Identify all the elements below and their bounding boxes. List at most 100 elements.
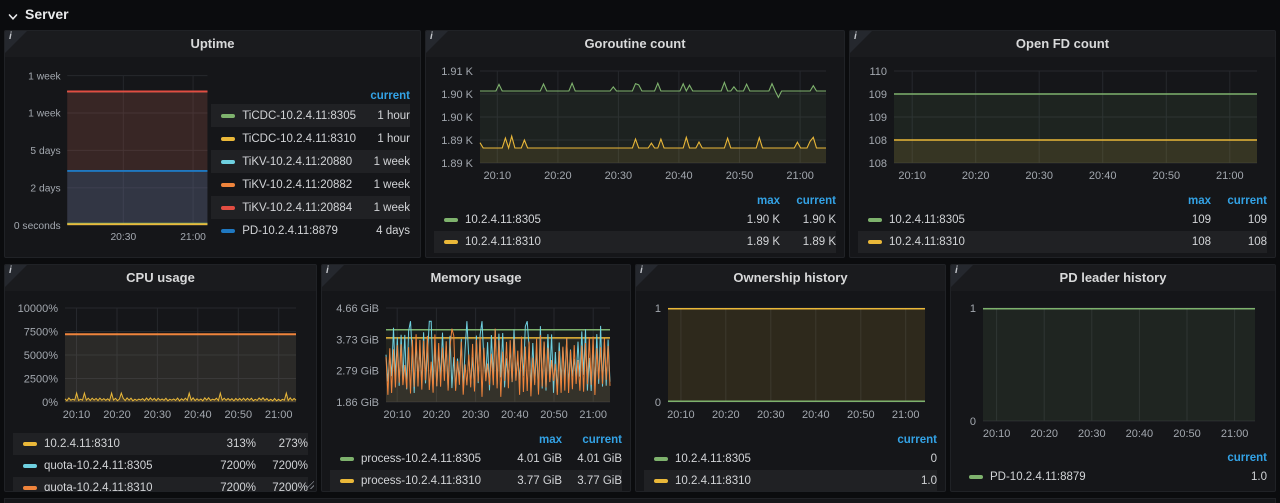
y-tick-label: 108 xyxy=(869,158,887,170)
legend-column-header-max[interactable]: max xyxy=(1155,195,1211,207)
pd-leader-chart[interactable]: 1020:1020:2020:3020:4020:5021:00 xyxy=(959,295,1267,443)
series-name[interactable]: 10.2.4.11:8305 xyxy=(675,453,881,465)
panel-info-icon[interactable]: i xyxy=(850,31,872,53)
series-name[interactable]: 10.2.4.11:8310 xyxy=(465,236,724,248)
open-fd-chart[interactable]: 11010910910810820:1020:2020:3020:4020:50… xyxy=(858,61,1267,186)
panel-ownership-history: i Ownership history 1020:1020:2020:3020:… xyxy=(635,264,946,492)
series-name[interactable]: TiCDC-10.2.4.11:8310 xyxy=(242,133,356,145)
series-value: 109 xyxy=(1155,214,1211,226)
series-name[interactable]: TiCDC-10.2.4.11:8305 xyxy=(242,110,356,122)
y-tick-label: 1.90 K xyxy=(441,112,473,124)
x-tick-label: 21:00 xyxy=(892,409,920,421)
goroutine-legend: maxcurrent10.2.4.11:83051.90 K1.90 K10.2… xyxy=(434,192,836,253)
series-name[interactable]: 10.2.4.11:8305 xyxy=(465,214,724,226)
legend-column-header-current[interactable]: current xyxy=(1211,195,1267,207)
legend-row: TiCDC-10.2.4.11:83101 hour xyxy=(211,127,410,150)
panel-title[interactable]: Uptime xyxy=(5,31,420,57)
cpu-legend: 10.2.4.11:8310313%273%quota-10.2.4.11:83… xyxy=(13,433,308,492)
series-color-dash xyxy=(221,229,235,233)
panel-cpu-usage: i CPU usage 10000%7500%5000%2500%0%20:10… xyxy=(4,264,317,492)
y-tick-label: 2 days xyxy=(30,184,60,195)
memory-chart[interactable]: 4.66 GiB3.73 GiB2.79 GiB1.86 GiB20:1020:… xyxy=(330,295,622,425)
panel-title[interactable]: Goroutine count xyxy=(426,31,844,57)
series-name[interactable]: process-10.2.4.11:8310 xyxy=(361,475,502,487)
x-tick-label: 20:20 xyxy=(712,409,740,421)
legend-row: 10.2.4.11:8310108108 xyxy=(858,231,1267,253)
x-tick-label: 20:10 xyxy=(667,409,695,421)
y-tick-label: 4.66 GiB xyxy=(336,303,379,315)
legend-column-header-current[interactable]: current xyxy=(1211,452,1267,464)
y-tick-label: 108 xyxy=(869,135,887,147)
ownership-chart[interactable]: 1020:1020:2020:3020:4020:5021:00 xyxy=(644,295,937,425)
y-tick-label: 0% xyxy=(42,397,58,409)
legend-row: 10.2.4.11:83101.0 xyxy=(644,470,937,492)
panel-info-icon[interactable]: i xyxy=(5,265,27,287)
panel-open-fd-count: i Open FD count 11010910910810820:1020:2… xyxy=(849,30,1276,258)
panel-title[interactable]: PD leader history xyxy=(951,265,1275,291)
x-tick-label: 20:50 xyxy=(847,409,875,421)
y-tick-label: 3.73 GiB xyxy=(336,334,379,346)
x-tick-label: 20:30 xyxy=(605,170,633,182)
panel-info-icon[interactable]: i xyxy=(5,31,27,53)
panel-info-icon[interactable]: i xyxy=(951,265,973,287)
y-tick-label: 1 week xyxy=(28,109,61,120)
legend-column-header-max[interactable]: max xyxy=(724,195,780,207)
x-tick-label: 20:10 xyxy=(484,170,512,182)
legend-row: quota-10.2.4.11:83107200%7200% xyxy=(13,477,308,492)
series-value: 273% xyxy=(256,438,308,450)
legend-column-header-current[interactable]: current xyxy=(562,434,622,446)
series-name[interactable]: quota-10.2.4.11:8305 xyxy=(44,460,204,472)
legend-column-header-current[interactable]: current xyxy=(881,434,937,446)
series-value: 1.90 K xyxy=(724,214,780,226)
series-name[interactable]: PD-10.2.4.11:8879 xyxy=(990,471,1211,483)
series-fill xyxy=(894,140,1257,163)
y-tick-label: 5000% xyxy=(24,350,58,362)
dashboard-row-server[interactable]: Server xyxy=(8,3,69,25)
series-value: 1.89 K xyxy=(780,236,836,248)
series-name[interactable]: 10.2.4.11:8310 xyxy=(44,438,204,450)
row-title: Server xyxy=(25,6,69,22)
uptime-legend: currentTiCDC-10.2.4.11:83051 hourTiCDC-1… xyxy=(211,57,420,242)
panel-title[interactable]: Ownership history xyxy=(636,265,945,291)
panel-title[interactable]: CPU usage xyxy=(5,265,316,291)
series-name[interactable]: 10.2.4.11:8310 xyxy=(889,236,1155,248)
x-tick-label: 20:50 xyxy=(225,409,253,421)
x-tick-label: 20:20 xyxy=(1030,428,1058,440)
y-tick-label: 10000% xyxy=(18,303,59,315)
panel-info-icon[interactable]: i xyxy=(322,265,344,287)
series-value: 7200% xyxy=(256,460,308,472)
series-name[interactable]: PD-10.2.4.11:8879 xyxy=(242,225,356,237)
series-name[interactable]: quota-10.2.4.11:8310 xyxy=(44,482,204,492)
panel-info-icon[interactable]: i xyxy=(636,265,658,287)
series-color-dash xyxy=(23,464,37,468)
x-tick-label: 20:40 xyxy=(184,409,212,421)
y-tick-label: 1.89 K xyxy=(441,135,473,147)
y-tick-label: 1 xyxy=(970,303,976,315)
y-tick-label: 1.89 K xyxy=(441,158,473,170)
goroutine-chart[interactable]: 1.91 K1.90 K1.90 K1.89 K1.89 K20:1020:20… xyxy=(434,61,836,186)
y-tick-label: 2.79 GiB xyxy=(336,366,379,378)
series-name[interactable]: TiKV-10.2.4.11:20884 xyxy=(242,202,356,214)
x-tick-label: 20:30 xyxy=(110,232,136,243)
panel-title[interactable]: Open FD count xyxy=(850,31,1275,57)
panel-info-icon[interactable]: i xyxy=(426,31,448,53)
legend-column-header-current[interactable]: current xyxy=(780,195,836,207)
y-tick-label: 0 seconds xyxy=(14,221,61,232)
legend-row: PD-10.2.4.11:88791.0 xyxy=(959,466,1267,488)
legend-row: 10.2.4.11:83051.90 K1.90 K xyxy=(434,209,836,231)
panel-title[interactable]: Memory usage xyxy=(322,265,630,291)
cpu-chart[interactable]: 10000%7500%5000%2500%0%20:1020:2020:3020… xyxy=(13,295,308,425)
series-name[interactable]: 10.2.4.11:8310 xyxy=(675,475,881,487)
series-name[interactable]: TiKV-10.2.4.11:20882 xyxy=(242,179,356,191)
series-name[interactable]: 10.2.4.11:8305 xyxy=(889,214,1155,226)
legend-column-header-max[interactable]: max xyxy=(502,434,562,446)
series-name[interactable]: TiKV-10.2.4.11:20880 xyxy=(242,156,356,168)
x-tick-label: 20:40 xyxy=(1126,428,1154,440)
series-value: 4 days xyxy=(356,225,410,237)
row-collapse-chevron-icon xyxy=(8,9,18,19)
series-value: 0 xyxy=(881,453,937,465)
series-name[interactable]: process-10.2.4.11:8305 xyxy=(361,453,502,465)
uptime-chart[interactable]: 1 week1 week5 days2 days0 seconds20:3021… xyxy=(13,61,211,251)
legend-column-header-current[interactable]: current xyxy=(356,90,410,102)
series-color-dash xyxy=(654,479,668,483)
